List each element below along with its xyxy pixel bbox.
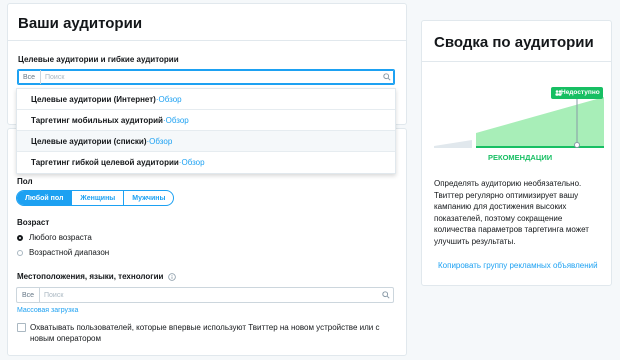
age-option-any-label: Любого возраста (29, 233, 92, 242)
locations-label-row: Местоположения, языки, технологии (17, 272, 177, 281)
gender-option-any[interactable]: Любой пол (17, 191, 73, 205)
dropdown-item[interactable]: Таргетинг гибкой целевой аудитории · Обз… (17, 152, 395, 173)
divider (422, 61, 611, 62)
dropdown-item-name[interactable]: Целевые аудитории (Интернет) (31, 95, 156, 104)
gender-segmented-control: Любой пол Женщины Мужчины (16, 190, 175, 206)
dropdown-item-name[interactable]: Целевые аудитории (списки) (31, 137, 146, 146)
dropdown-item[interactable]: Таргетинг мобильных аудиторий · Обзор (17, 110, 395, 131)
summary-description: Определять аудиторию необязательно. Твит… (434, 179, 589, 246)
divider (8, 40, 406, 41)
age-label: Возраст (17, 218, 50, 227)
dropdown-item-name[interactable]: Таргетинг гибкой целевой аудитории (31, 158, 179, 167)
gender-option-men[interactable]: Мужчины (124, 191, 173, 205)
chart-marker-dot (574, 142, 580, 148)
bulk-upload-link[interactable]: Массовая загрузка (17, 307, 78, 314)
copy-ad-group-link[interactable]: Копировать группу рекламных объявлений (438, 261, 598, 270)
new-device-checkbox[interactable] (17, 323, 26, 332)
dropdown-item-name[interactable]: Таргетинг мобильных аудиторий (31, 116, 163, 125)
dropdown-item-link[interactable]: Обзор (166, 116, 189, 125)
chart-left-area (434, 140, 472, 146)
age-option-range-label: Возрастной диапазон (29, 248, 110, 257)
new-device-checkbox-label: Охватывать пользователей, которые впервы… (30, 323, 380, 343)
gender-label: Пол (17, 177, 33, 186)
audience-search-prefix[interactable]: Все (18, 70, 41, 84)
audience-search-field[interactable]: Все (17, 69, 395, 85)
unavailable-badge: Недоступно (561, 89, 600, 96)
audiences-section-label: Целевые аудитории и гибкие аудитории (18, 55, 179, 64)
audience-dropdown: Целевые аудитории (Интернет) · Обзор Тар… (16, 88, 396, 174)
audience-search-input[interactable] (41, 73, 380, 81)
gender-option-women[interactable]: Женщины (72, 191, 125, 205)
dropdown-item[interactable]: Целевые аудитории (Интернет) · Обзор (17, 89, 395, 110)
locations-search-input[interactable] (40, 291, 379, 299)
locations-search-prefix[interactable]: Все (17, 288, 40, 302)
search-icon[interactable] (379, 288, 393, 302)
radio-selected-icon[interactable] (17, 234, 23, 241)
summary-title: Сводка по аудитории (434, 34, 594, 51)
age-option-any[interactable]: Любого возраста (17, 233, 92, 242)
dropdown-item-link[interactable]: Обзор (181, 158, 204, 167)
radio-icon[interactable] (17, 249, 23, 256)
recommended-label: РЕКОМЕНДАЦИИ (488, 153, 553, 162)
info-icon[interactable] (168, 272, 177, 281)
chart-recommended-area (476, 97, 604, 146)
age-option-range[interactable]: Возрастной диапазон (17, 248, 109, 257)
dropdown-item[interactable]: Целевые аудитории (списки) · Обзор (17, 131, 395, 152)
dropdown-item-link[interactable]: Обзор (159, 95, 182, 104)
locations-label: Местоположения, языки, технологии (17, 272, 164, 281)
locations-search-field[interactable]: Все (16, 287, 394, 303)
audiences-title: Ваши аудитории (18, 15, 143, 32)
dropdown-item-link[interactable]: Обзор (149, 137, 172, 146)
search-icon[interactable] (380, 70, 394, 84)
